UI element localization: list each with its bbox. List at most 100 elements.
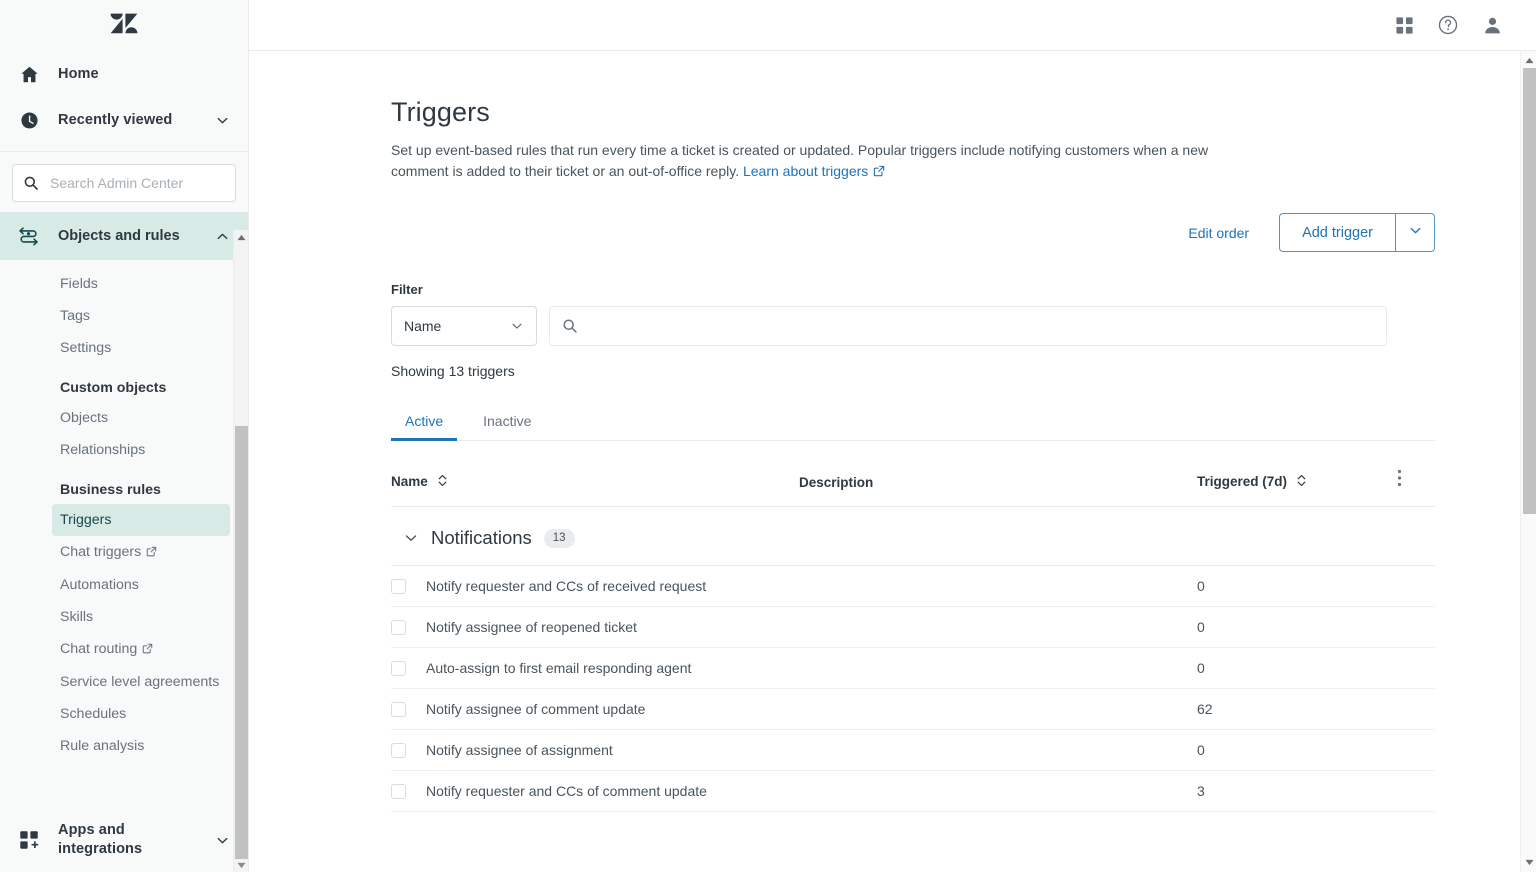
page-description: Set up event-based rules that run every … (391, 140, 1221, 183)
sidebar-item-chat-triggers[interactable]: Chat triggers (0, 536, 248, 569)
add-trigger-button-group: Add trigger (1279, 213, 1435, 252)
sidebar-item-relationships[interactable]: Relationships (0, 434, 248, 466)
scroll-up-icon[interactable] (1521, 52, 1536, 68)
search-input[interactable] (48, 174, 225, 192)
add-trigger-button[interactable]: Add trigger (1279, 213, 1395, 252)
sidebar-search-wrap (0, 152, 248, 212)
learn-about-triggers-link[interactable]: Learn about triggers (743, 163, 868, 179)
actions-row: Edit order Add trigger (391, 213, 1435, 252)
table-group-row: Notifications13 (391, 507, 1435, 566)
clock-icon (16, 107, 42, 133)
edit-order-button[interactable]: Edit order (1188, 225, 1249, 241)
content-scrollbar[interactable] (1520, 51, 1536, 872)
sidebar-scrollbar[interactable] (233, 230, 248, 872)
sidebar-item-objects[interactable]: Objects (0, 402, 248, 434)
row-checkbox[interactable] (391, 702, 406, 717)
sidebar-item-fields[interactable]: Fields (0, 268, 248, 300)
sidebar-item-label: Fields (60, 276, 98, 292)
sidebar-item-skills[interactable]: Skills (0, 601, 248, 633)
help-icon[interactable] (1426, 5, 1470, 45)
tab-inactive[interactable]: Inactive (469, 403, 545, 440)
chevron-down-icon (510, 319, 524, 333)
cell-name: Auto-assign to first email responding ag… (391, 648, 799, 689)
chevron-down-icon[interactable] (403, 530, 419, 546)
sidebar-item-label: Triggers (60, 512, 112, 528)
cell-description (799, 648, 1197, 689)
showing-count: Showing 13 triggers (391, 363, 1536, 379)
sidebar-item-chat-routing[interactable]: Chat routing (0, 633, 248, 666)
sidebar-item-recently-viewed[interactable]: Recently viewed (0, 97, 248, 143)
sidebar-item-label: Settings (60, 340, 111, 356)
sidebar-sub-nav: FieldsTagsSettingsCustom objectsObjectsR… (0, 260, 248, 825)
cell-name: Notify assignee of comment update (391, 689, 799, 730)
sidebar-item-tags[interactable]: Tags (0, 300, 248, 332)
sidebar: Home Recently viewed (0, 0, 249, 872)
sidebar-item-apps-and-integrations[interactable]: Apps and integrations (0, 808, 248, 872)
table-header-row: Name Description (391, 463, 1435, 507)
filter-search-input[interactable] (588, 317, 1374, 335)
table-row[interactable]: Notify requester and CCs of comment upda… (391, 771, 1435, 812)
sidebar-item-home-label: Home (58, 66, 99, 82)
column-header-triggered[interactable]: Triggered (7d) (1197, 463, 1397, 507)
column-header-name[interactable]: Name (391, 463, 799, 507)
cell-description (799, 771, 1197, 812)
cell-description (799, 689, 1197, 730)
zendesk-logo[interactable] (109, 11, 139, 41)
sidebar-item-label: Chat triggers (60, 544, 141, 560)
row-checkbox[interactable] (391, 620, 406, 635)
scroll-down-icon[interactable] (1521, 854, 1536, 870)
chevron-down-icon[interactable] (215, 833, 230, 848)
cell-row-actions (1397, 648, 1435, 689)
scroll-down-icon[interactable] (234, 858, 249, 872)
user-avatar-icon[interactable] (1470, 5, 1514, 45)
column-header-triggered-label: Triggered (7d) (1197, 474, 1287, 489)
table-row[interactable]: Notify assignee of assignment0 (391, 730, 1435, 771)
sidebar-item-rule-analysis[interactable]: Rule analysis (0, 730, 248, 762)
sidebar-item-schedules[interactable]: Schedules (0, 698, 248, 730)
table-group-cell: Notifications13 (391, 507, 1435, 566)
status-tabs: Active Inactive (391, 403, 1435, 441)
sidebar-section-objects-and-rules[interactable]: Objects and rules (0, 212, 248, 260)
row-checkbox[interactable] (391, 579, 406, 594)
cell-row-actions (1397, 566, 1435, 607)
filter-type-select[interactable]: Name (391, 306, 537, 346)
row-checkbox[interactable] (391, 743, 406, 758)
chevron-up-icon[interactable] (215, 229, 230, 244)
cell-triggered-count: 62 (1197, 689, 1397, 730)
search-admin-center-box[interactable] (12, 164, 236, 202)
scroll-up-icon[interactable] (234, 230, 249, 244)
row-checkbox[interactable] (391, 784, 406, 799)
filter-search-box[interactable] (549, 306, 1387, 346)
sidebar-item-label: Schedules (60, 706, 126, 722)
add-trigger-dropdown-button[interactable] (1395, 213, 1435, 252)
sidebar-item-settings[interactable]: Settings (0, 332, 248, 364)
sidebar-item-triggers[interactable]: Triggers (52, 504, 230, 536)
objects-rules-icon (16, 223, 42, 249)
sidebar-item-service-level-agreements[interactable]: Service level agreements (0, 666, 248, 698)
content-scrollbar-thumb[interactable] (1523, 68, 1536, 514)
content-scroll-area: Triggers Set up event-based rules that r… (249, 51, 1536, 872)
trigger-name: Notify requester and CCs of received req… (426, 578, 706, 594)
table-row[interactable]: Notify assignee of comment update 62 (391, 689, 1435, 730)
table-row[interactable]: Notify requester and CCs of received req… (391, 566, 1435, 607)
trigger-name: Notify requester and CCs of comment upda… (426, 783, 707, 799)
sidebar-item-label: Tags (60, 308, 90, 324)
table-row[interactable]: Notify assignee of reopened ticket0 (391, 607, 1435, 648)
cell-triggered-count: 0 (1197, 730, 1397, 771)
sidebar-scrollbar-thumb[interactable] (235, 426, 248, 859)
external-link-icon (142, 640, 153, 660)
table-group-name: Notifications (431, 527, 532, 549)
chevron-down-icon[interactable] (215, 113, 230, 128)
column-header-more-options[interactable] (1397, 463, 1435, 507)
sidebar-section-label: Objects and rules (58, 228, 180, 244)
sidebar-item-label: Chat routing (60, 641, 137, 657)
home-icon (16, 61, 42, 87)
row-checkbox[interactable] (391, 661, 406, 676)
products-grid-icon[interactable] (1382, 5, 1426, 45)
tab-active[interactable]: Active (391, 403, 457, 440)
table-row[interactable]: Auto-assign to first email responding ag… (391, 648, 1435, 689)
column-header-description: Description (799, 463, 1197, 507)
sidebar-item-home[interactable]: Home (0, 51, 248, 97)
column-header-name-label: Name (391, 474, 428, 489)
sidebar-item-automations[interactable]: Automations (0, 569, 248, 601)
